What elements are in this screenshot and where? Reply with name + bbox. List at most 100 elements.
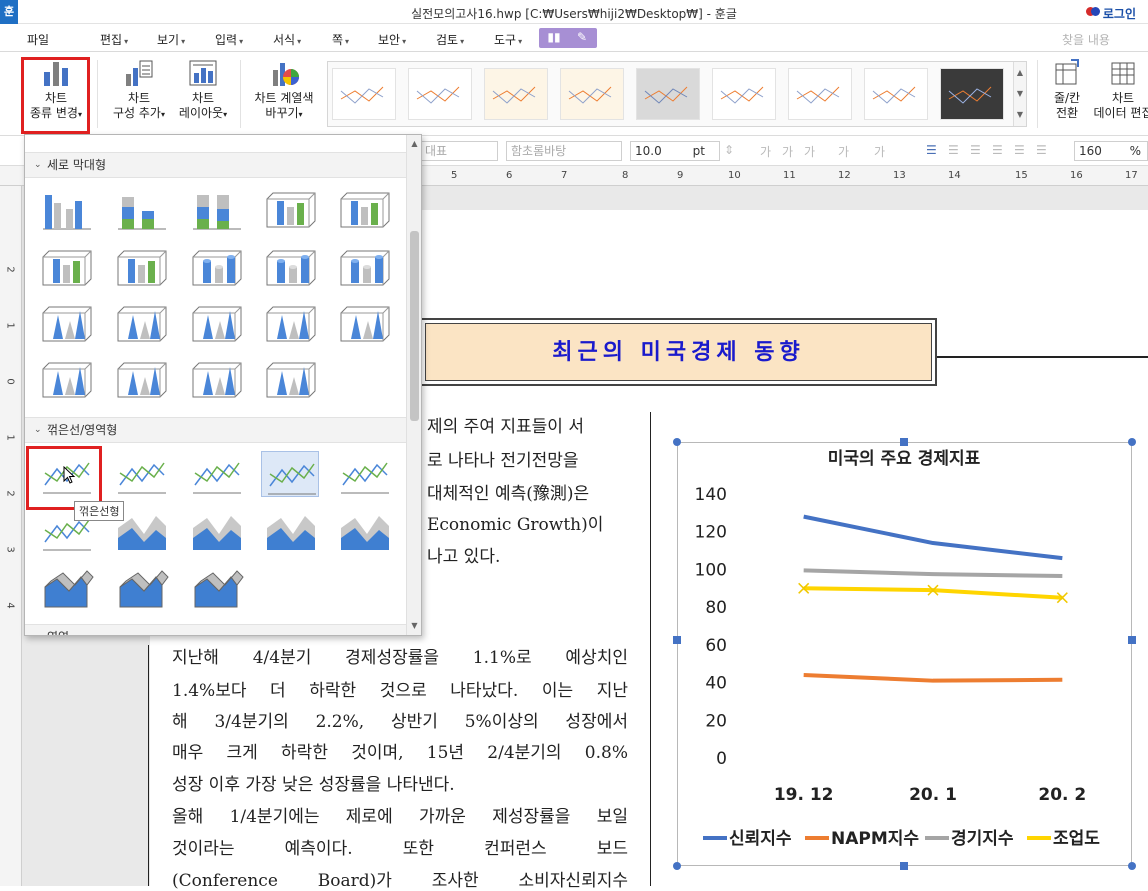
menu-format[interactable]: 서식 ▾ [273, 31, 301, 48]
line-chart-option[interactable] [187, 565, 245, 611]
align-divide-icon[interactable]: ☰ [1036, 143, 1047, 157]
chart-bar-icon[interactable]: ▮▮ [540, 30, 568, 46]
chart-add-element-button[interactable]: 차트 구성 추가▾ [108, 58, 170, 122]
menu-file[interactable]: 파일 [27, 31, 49, 48]
resize-handle[interactable] [1128, 862, 1136, 870]
column-chart-option[interactable] [37, 357, 95, 403]
resize-handle[interactable] [900, 862, 908, 870]
column-chart-option[interactable] [261, 245, 319, 291]
chart-style-gallery[interactable]: ▲ ▼ ▼ [327, 61, 1027, 127]
column-chart-option[interactable] [261, 357, 319, 403]
menu-insert[interactable]: 입력 ▾ [215, 31, 243, 48]
column-chart-option[interactable] [112, 357, 170, 403]
font-size-value: 10.0 [635, 144, 662, 158]
chart-color-change-button[interactable]: 차트 계열색 바꾸기▾ [250, 58, 318, 122]
document-title-box[interactable]: 최근의 미국경제 동향 [420, 318, 937, 386]
menu-edit[interactable]: 편집 ▾ [100, 31, 128, 48]
vertical-ruler[interactable]: 2 1 0 1 2 3 4 [0, 186, 22, 886]
chart-style-thumb[interactable] [712, 68, 776, 120]
chart-type-dropdown[interactable]: ⌄ 세로 막대형 ⌄ 꺾은선/영역형 ⌄ 영역 ▲ ▼ [24, 134, 422, 636]
column-chart-option[interactable] [261, 187, 319, 233]
row-col-switch-button[interactable]: 줄/칸 전환 [1044, 58, 1090, 121]
x-tick-label: 20. 2 [1038, 785, 1086, 805]
line-chart-option[interactable] [187, 451, 245, 497]
section-header-line[interactable]: ⌄ 꺾은선/영역형 [25, 417, 406, 443]
font-size-field[interactable]: 10.0 pt [630, 141, 720, 161]
resize-handle[interactable] [673, 636, 681, 644]
dropdown-scrollbar[interactable]: ▲ ▼ [406, 135, 421, 635]
italic-icon[interactable]: 가 [782, 143, 793, 160]
resize-handle[interactable] [1128, 636, 1136, 644]
find-input[interactable]: 찾을 내용 [1062, 31, 1110, 48]
line-chart-option[interactable] [112, 565, 170, 611]
column-chart-option[interactable] [335, 245, 393, 291]
resize-handle[interactable] [900, 438, 908, 446]
align-right-icon[interactable]: ☰ [970, 143, 981, 157]
column-chart-option[interactable] [187, 357, 245, 403]
line-chart-option[interactable] [261, 451, 319, 497]
align-distribute-icon[interactable]: ☰ [1014, 143, 1025, 157]
menu-tools[interactable]: 도구 ▾ [494, 31, 522, 48]
chart-style-thumb[interactable] [864, 68, 928, 120]
table-border [650, 412, 651, 886]
column-chart-option[interactable] [37, 187, 95, 233]
column-chart-option[interactable] [187, 301, 245, 347]
menu-security[interactable]: 보안 ▾ [378, 31, 406, 48]
column-chart-option[interactable] [112, 301, 170, 347]
stepper-icon[interactable]: ⇕ [724, 143, 734, 157]
column-chart-option[interactable] [112, 187, 170, 233]
align-left-icon[interactable]: ☰ [948, 143, 959, 157]
highlight-box [21, 57, 90, 134]
column-chart-option[interactable] [335, 301, 393, 347]
chart-style-thumb[interactable] [560, 68, 624, 120]
chart-context-tabs[interactable]: ▮▮ ✎ [539, 28, 597, 48]
font-color-icon[interactable]: 가 [874, 143, 885, 160]
chart-edit-icon[interactable]: ✎ [568, 30, 596, 46]
line-chart-option[interactable] [37, 565, 95, 611]
column-chart-option[interactable] [187, 187, 245, 233]
align-justify-icon[interactable]: ☰ [926, 143, 937, 157]
style-select[interactable]: 대표 [420, 141, 498, 161]
font-select[interactable]: 함초롬바탕 [506, 141, 622, 161]
chart-layout-button[interactable]: 차트 레이아웃▾ [172, 58, 234, 122]
line-chart-option[interactable] [112, 451, 170, 497]
column-chart-option[interactable] [187, 245, 245, 291]
resize-handle[interactable] [1128, 438, 1136, 446]
resize-handle[interactable] [673, 438, 681, 446]
body-text-line: 제의 주여 지표들이 서 [427, 417, 584, 437]
chart-data-edit-button[interactable]: 차트 데이터 편집 [1093, 58, 1148, 121]
bold-icon[interactable]: 가 [760, 143, 771, 160]
scroll-up-icon[interactable]: ▲ [407, 137, 421, 151]
chart-style-thumb[interactable] [940, 68, 1004, 120]
chart-style-thumb[interactable] [636, 68, 700, 120]
underline-icon[interactable]: 가 [804, 143, 815, 160]
line-chart-option[interactable] [335, 508, 393, 554]
line-chart-option[interactable] [187, 508, 245, 554]
gallery-scrollbar[interactable]: ▲ ▼ ▼ [1013, 62, 1026, 126]
strike-icon[interactable]: 가 [838, 143, 849, 160]
ruler-number: 0 [4, 378, 16, 385]
chart-style-thumb[interactable] [484, 68, 548, 120]
chart-style-thumb[interactable] [788, 68, 852, 120]
login-button[interactable]: 로그인 [1085, 5, 1136, 22]
scroll-thumb[interactable] [410, 231, 419, 421]
section-header-area[interactable]: ⌄ 영역 [25, 624, 406, 635]
chart-style-thumb[interactable] [408, 68, 472, 120]
column-chart-option[interactable] [37, 301, 95, 347]
zoom-field[interactable]: 160% [1074, 141, 1148, 161]
menu-page[interactable]: 쪽 ▾ [332, 31, 349, 48]
section-header-column[interactable]: ⌄ 세로 막대형 [25, 152, 406, 178]
column-chart-option[interactable] [112, 245, 170, 291]
menu-review[interactable]: 검토 ▾ [436, 31, 464, 48]
chart-style-thumb[interactable] [332, 68, 396, 120]
column-chart-option[interactable] [261, 301, 319, 347]
scroll-down-icon[interactable]: ▼ [407, 619, 421, 633]
menu-view[interactable]: 보기 ▾ [157, 31, 185, 48]
align-center-icon[interactable]: ☰ [992, 143, 1003, 157]
column-chart-option[interactable] [37, 245, 95, 291]
line-chart-option[interactable] [335, 451, 393, 497]
line-chart[interactable]: 미국의 주요 경제지표 0 20 40 60 80 100 120 140 19. 12 20. 1… [677, 442, 1132, 866]
resize-handle[interactable] [673, 862, 681, 870]
line-chart-option[interactable] [261, 508, 319, 554]
column-chart-option[interactable] [335, 187, 393, 233]
